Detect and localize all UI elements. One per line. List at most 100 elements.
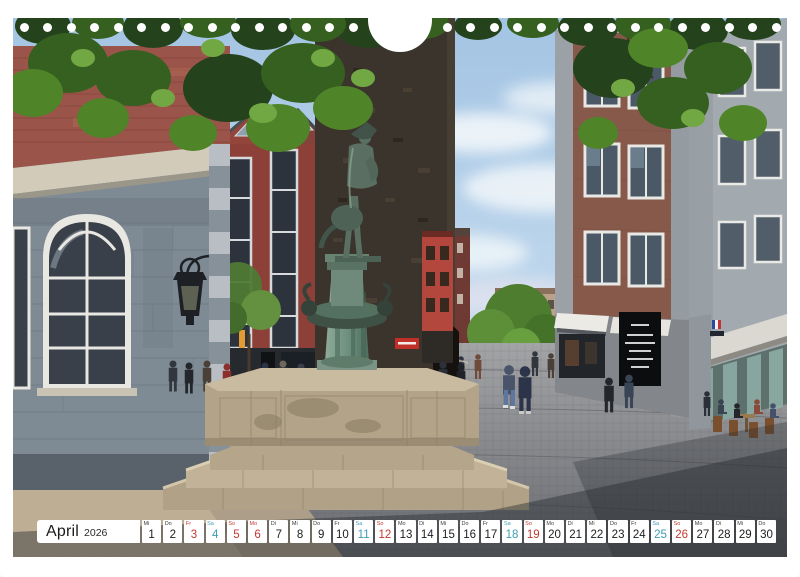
day-number: 16: [460, 529, 479, 541]
day-weekday: Sa: [356, 521, 363, 527]
day-number: 24: [630, 529, 649, 541]
day-cell-29: Mi29: [736, 520, 755, 543]
day-cell-16: Do 16: [460, 520, 479, 543]
day-number: 28: [714, 529, 733, 541]
city-square-scene: [13, 18, 787, 557]
binding-hole: [43, 23, 52, 32]
day-cell-8: Mi8: [290, 520, 309, 543]
binding-hole: [278, 23, 287, 32]
day-number: 27: [693, 529, 712, 541]
day-number: 30: [757, 529, 776, 541]
day-cell-17: Fr 17: [481, 520, 500, 543]
day-cell-13: Mo13: [396, 520, 415, 543]
day-weekday: Mi: [589, 521, 595, 527]
day-weekday: So: [674, 521, 681, 527]
day-weekday: Do: [758, 521, 765, 527]
day-weekday: Fr: [631, 521, 636, 527]
binding-hole: [513, 23, 522, 32]
binding-hole: [701, 23, 710, 32]
binding-hole: [161, 23, 170, 32]
day-cell-26: So 26: [672, 520, 691, 543]
day-weekday: Mo: [695, 521, 703, 527]
day-weekday: Mo: [546, 521, 554, 527]
day-weekday: So: [228, 521, 235, 527]
row-houses: [215, 110, 330, 390]
day-number: 12: [375, 529, 394, 541]
binding-hole: [20, 23, 29, 32]
day-weekday: Di: [568, 521, 573, 527]
day-cell-21: Di21: [566, 520, 585, 543]
day-cell-30: Do 30: [757, 520, 776, 543]
day-number: 10: [333, 529, 352, 541]
day-cell-12: So 12: [375, 520, 394, 543]
day-number: 25: [651, 529, 670, 541]
day-weekday: Sa: [504, 521, 511, 527]
day-weekday: So: [377, 521, 384, 527]
day-weekday: Sa: [207, 521, 214, 527]
shop-sign: [619, 312, 661, 386]
binding-hole: [748, 23, 757, 32]
binding-hole: [537, 23, 546, 32]
day-weekday: Fr: [334, 521, 339, 527]
day-number: 14: [418, 529, 437, 541]
day-weekday: Mi: [292, 521, 298, 527]
binding-hole: [772, 23, 781, 32]
day-cell-4: Sa 4: [206, 520, 225, 543]
day-number: 15: [439, 529, 458, 541]
day-number: 3: [184, 529, 203, 541]
day-weekday: Di: [271, 521, 276, 527]
calendar-sheet: April 2026 Mi1Do2Fr3Sa4So5Mo6Di7Mi8Do9Fr…: [0, 0, 800, 577]
day-number: 17: [481, 529, 500, 541]
day-number: 9: [312, 529, 331, 541]
day-cells: Mi1Do2Fr3Sa4So5Mo6Di7Mi8Do9Fr10Sa11So12M…: [142, 520, 776, 543]
day-cell-7: Di 7: [269, 520, 288, 543]
day-number: 5: [227, 529, 246, 541]
day-number: 4: [206, 529, 225, 541]
day-cell-22: Mi22: [587, 520, 606, 543]
day-cell-15: Mi15: [439, 520, 458, 543]
day-cell-9: Do 9: [312, 520, 331, 543]
day-number: 23: [608, 529, 627, 541]
day-weekday: Fr: [483, 521, 488, 527]
day-number: 19: [524, 529, 543, 541]
binding-hole: [725, 23, 734, 32]
day-number: 13: [396, 529, 415, 541]
binding-hole: [678, 23, 687, 32]
month-title: April 2026: [37, 520, 140, 543]
day-weekday: Do: [313, 521, 320, 527]
binding-hole: [490, 23, 499, 32]
day-cell-5: So 5: [227, 520, 246, 543]
binding-hole: [466, 23, 475, 32]
binding-hole: [607, 23, 616, 32]
day-weekday: Do: [610, 521, 617, 527]
day-cell-27: Mo 27: [693, 520, 712, 543]
day-number: 1: [142, 529, 161, 541]
day-number: 20: [545, 529, 564, 541]
day-number: 7: [269, 529, 288, 541]
binding-hole: [302, 23, 311, 32]
binding-hole: [184, 23, 193, 32]
day-cell-14: Di 14: [418, 520, 437, 543]
day-weekday: Di: [419, 521, 424, 527]
day-cell-3: Fr3: [184, 520, 203, 543]
binding-hole: [208, 23, 217, 32]
calendar-photo: [13, 18, 787, 557]
day-number: 26: [672, 529, 691, 541]
day-cell-28: Di28: [714, 520, 733, 543]
binding-hole: [231, 23, 240, 32]
day-number: 18: [502, 529, 521, 541]
binding-hole: [654, 23, 663, 32]
binding-hole: [443, 23, 452, 32]
binding-hole: [90, 23, 99, 32]
year-label: 2026: [84, 527, 107, 539]
day-cell-24: Fr 24: [630, 520, 649, 543]
day-cell-6: Mo6: [248, 520, 267, 543]
day-weekday: So: [525, 521, 532, 527]
day-weekday: Do: [462, 521, 469, 527]
day-weekday: Do: [165, 521, 172, 527]
binding-hole: [560, 23, 569, 32]
day-weekday: Sa: [652, 521, 659, 527]
binding-hole: [137, 23, 146, 32]
fountain: [163, 368, 529, 510]
day-cell-2: Do2: [163, 520, 182, 543]
